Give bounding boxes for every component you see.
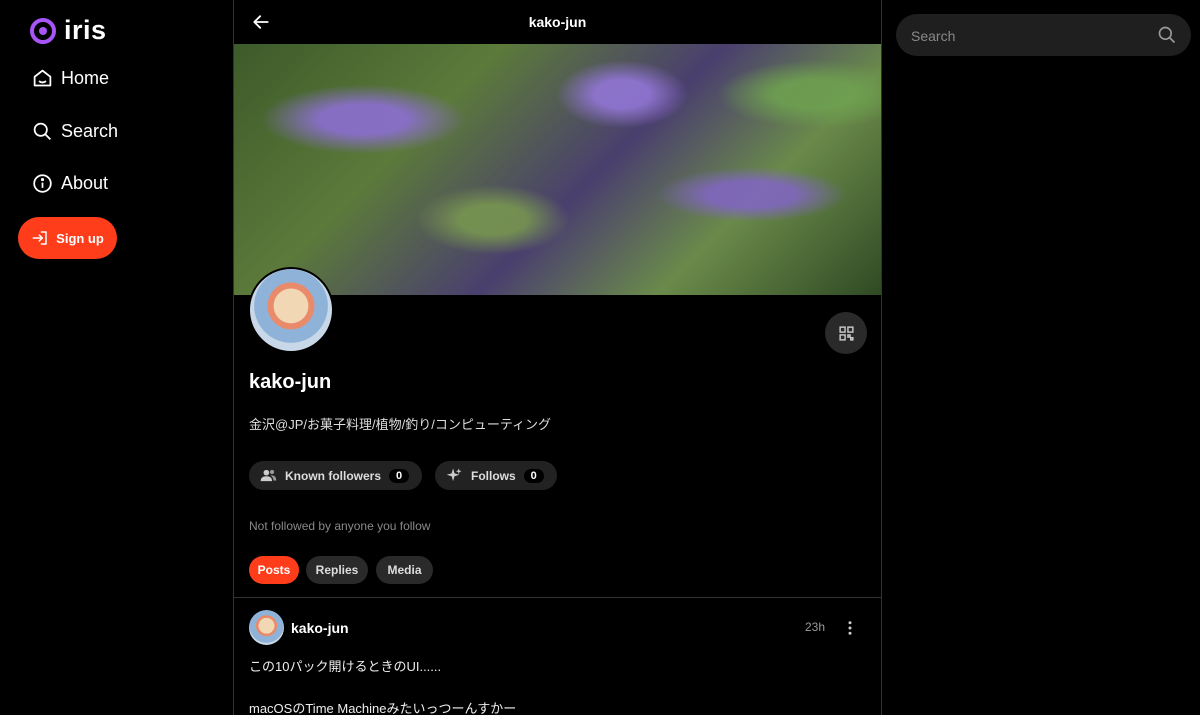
follows-button[interactable]: Follows 0 (435, 461, 557, 490)
tab-media[interactable]: Media (376, 556, 433, 584)
info-icon (33, 174, 52, 193)
follows-count: 0 (523, 468, 544, 483)
nav-about[interactable]: About (32, 173, 108, 194)
post-author[interactable]: kako-jun (291, 620, 349, 636)
follow-note: Not followed by anyone you follow (249, 519, 431, 533)
profile-main: kako-jun kako-jun 金沢@JP/お菓子料理/植物/釣り/コンピュ… (234, 0, 882, 715)
known-followers-count: 0 (389, 468, 410, 483)
search-input[interactable] (896, 14, 1163, 58)
tab-replies[interactable]: Replies (306, 556, 368, 584)
post-timestamp[interactable]: 23h (805, 620, 825, 634)
app-name: iris (64, 15, 107, 45)
post-text-line: この10パック開けるときのUI...... (249, 659, 442, 674)
top-bar: kako-jun (234, 0, 881, 44)
signup-label: Sign up (56, 230, 104, 246)
profile-banner[interactable] (234, 44, 881, 295)
nav-home[interactable]: Home (32, 68, 109, 89)
left-sidebar: iris Home Search About Sign up (0, 0, 234, 715)
known-followers-label: Known followers (285, 468, 381, 483)
sign-in-icon (32, 231, 47, 245)
page-title: kako-jun (528, 14, 587, 30)
post-text-line: macOSのTime Machineみたいっつーんすかー (249, 701, 517, 715)
home-icon (33, 69, 52, 87)
tab-posts[interactable]: Posts (249, 556, 299, 584)
follows-label: Follows (471, 468, 516, 483)
sparkle-icon (446, 468, 462, 482)
more-vertical-icon[interactable] (841, 619, 859, 637)
nav-home-label: Home (61, 68, 110, 88)
nav-search[interactable]: Search (32, 121, 118, 142)
qr-code-button[interactable] (825, 312, 867, 354)
nav-about-label: About (61, 173, 109, 193)
known-followers-button[interactable]: Known followers 0 (249, 461, 422, 490)
divider (234, 597, 881, 598)
profile-avatar[interactable] (248, 267, 334, 353)
signup-button[interactable]: Sign up (18, 217, 117, 259)
avatar[interactable] (249, 610, 284, 645)
app-logo[interactable]: iris (29, 15, 107, 46)
search-icon (33, 122, 51, 140)
search-icon[interactable] (1157, 25, 1177, 45)
profile-bio: 金沢@JP/お菓子料理/植物/釣り/コンピューティング (249, 417, 552, 432)
qr-code-icon (838, 325, 854, 341)
profile-name: kako-jun (249, 371, 332, 393)
logo-icon (30, 17, 56, 44)
nav-search-label: Search (61, 121, 119, 141)
search-bar[interactable] (896, 14, 1191, 58)
users-icon (260, 469, 277, 482)
